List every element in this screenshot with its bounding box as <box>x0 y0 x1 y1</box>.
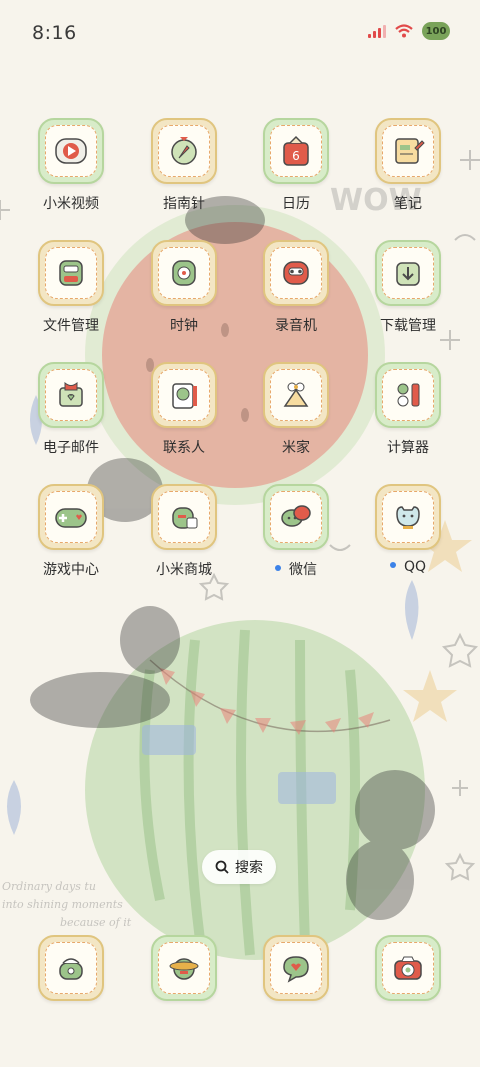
battery-icon: 100 <box>422 22 450 40</box>
status-time: 8:16 <box>32 22 77 44</box>
file-manager-icon <box>38 240 104 306</box>
app-label: 微信 <box>289 562 317 578</box>
qq-icon <box>375 484 441 550</box>
app-recorder[interactable]: 录音机 <box>241 240 351 335</box>
app-contacts[interactable]: 联系人 <box>129 362 239 457</box>
calculator-icon <box>375 362 441 428</box>
dock-messages[interactable] <box>241 935 351 1001</box>
download-icon <box>375 240 441 306</box>
search-icon <box>215 860 229 874</box>
app-label: 时钟 <box>170 318 198 334</box>
app-wechat[interactable]: 微信 <box>241 484 351 579</box>
app-label: 小米商城 <box>156 562 212 578</box>
mi-store-icon <box>151 484 217 550</box>
new-indicator-dot <box>275 565 281 571</box>
app-download-manager[interactable]: 下载管理 <box>353 240 463 335</box>
contacts-icon <box>151 362 217 428</box>
app-calendar[interactable]: 6 日历 <box>241 118 351 213</box>
wechat-icon <box>263 484 329 550</box>
app-label: 日历 <box>282 196 310 212</box>
app-notes[interactable]: 笔记 <box>353 118 463 213</box>
wallpaper-text-line-3: because of it <box>60 916 132 929</box>
app-label: 米家 <box>282 440 310 456</box>
email-icon <box>38 362 104 428</box>
search-button[interactable]: 搜索 <box>202 850 276 884</box>
dock-browser[interactable] <box>129 935 239 1001</box>
app-label: 电子邮件 <box>43 440 99 456</box>
app-mi-store[interactable]: 小米商城 <box>129 484 239 579</box>
app-email[interactable]: 电子邮件 <box>16 362 126 457</box>
browser-icon <box>151 935 217 1001</box>
app-mijia[interactable]: 米家 <box>241 362 351 457</box>
app-game-center[interactable]: 游戏中心 <box>16 484 126 579</box>
calendar-icon: 6 <box>263 118 329 184</box>
new-indicator-dot <box>389 562 396 568</box>
camera-icon <box>375 935 441 1001</box>
video-icon <box>38 118 104 184</box>
wallpaper-text-line-1: Ordinary days tu <box>2 880 96 893</box>
dock-phone[interactable] <box>16 935 126 1001</box>
mijia-icon <box>263 362 329 428</box>
app-label: 录音机 <box>275 318 317 334</box>
search-label: 搜索 <box>235 860 263 876</box>
clock-icon <box>151 240 217 306</box>
app-label: 笔记 <box>394 196 422 212</box>
dock-camera[interactable] <box>353 935 463 1001</box>
app-clock[interactable]: 时钟 <box>129 240 239 335</box>
wallpaper-text-line-2: into shining moments <box>2 898 123 911</box>
app-compass[interactable]: 指南针 <box>129 118 239 213</box>
app-label: 计算器 <box>387 440 429 456</box>
game-center-icon <box>38 484 104 550</box>
app-mi-video[interactable]: 小米视频 <box>16 118 126 213</box>
app-label-qq: QQ <box>353 559 463 575</box>
app-label: 下载管理 <box>380 318 436 334</box>
app-file-manager[interactable]: 文件管理 <box>16 240 126 335</box>
recorder-icon <box>263 240 329 306</box>
app-label: 指南针 <box>163 196 205 212</box>
app-label: 联系人 <box>163 440 205 456</box>
signal-icon <box>368 24 386 38</box>
app-qq[interactable]: QQ <box>353 484 463 575</box>
phone-icon <box>38 935 104 1001</box>
app-label-wechat: 微信 <box>241 559 351 579</box>
compass-icon <box>151 118 217 184</box>
app-label: 小米视频 <box>43 196 99 212</box>
app-calculator[interactable]: 计算器 <box>353 362 463 457</box>
status-bar: 8:16 100 <box>0 0 480 68</box>
app-label: 文件管理 <box>43 318 99 334</box>
messages-icon <box>263 935 329 1001</box>
wifi-icon <box>395 24 413 38</box>
calendar-day-number: 6 <box>292 149 300 163</box>
app-label: 游戏中心 <box>43 562 99 578</box>
app-label: QQ <box>403 559 427 575</box>
status-icons: 100 <box>368 22 450 40</box>
notes-icon <box>375 118 441 184</box>
